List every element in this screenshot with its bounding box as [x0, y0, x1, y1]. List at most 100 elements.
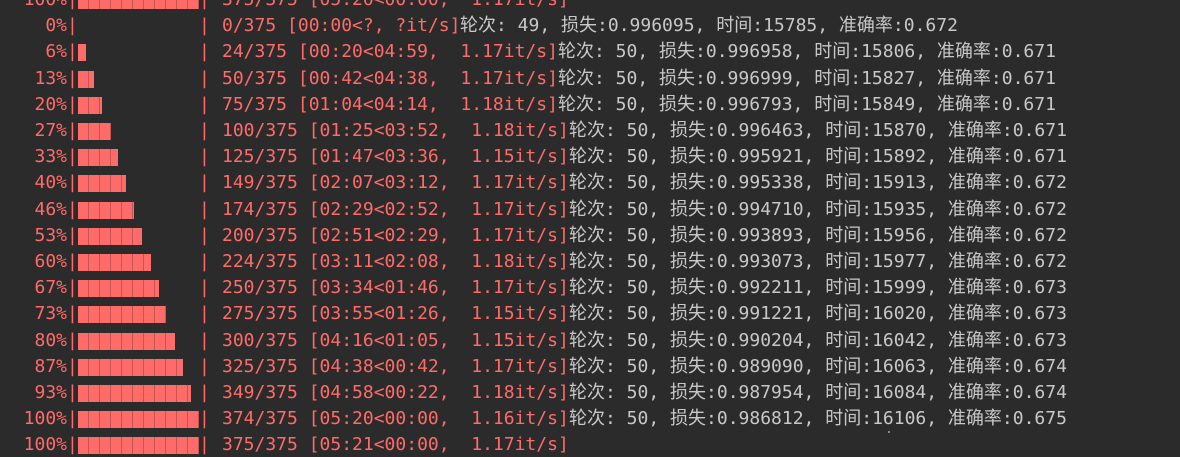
progress-percent: 100%: [23, 434, 67, 456]
progress-bar-fill: [78, 0, 199, 9]
progress-line: 13% | | 50/375 [00:42<04:38, 1.17it/s] 轮次: 5…: [0, 66, 1180, 92]
progress-bar: [78, 96, 199, 114]
progress-bar-fill: [78, 70, 94, 88]
progress-bar-fill: [78, 44, 86, 62]
progress-bar-right-edge: |: [199, 67, 210, 89]
progress-bar: [78, 201, 199, 219]
progress-percent: 46%: [34, 198, 67, 220]
progress-bar-fill: [78, 175, 126, 193]
progress-bar-right-edge: |: [199, 355, 210, 377]
progress-bar-right-edge: |: [199, 434, 210, 456]
progress-line: 6% | | 24/375 [00:20<04:59, 1.17it/s] 轮次: 50…: [0, 39, 1180, 65]
progress-bar-left-edge: |: [67, 172, 78, 194]
training-log-text: 轮次: 50, 损失:0.995921, 时间:15892, 准确率:0.671: [569, 146, 1067, 168]
progress-bar: [78, 123, 199, 140]
progress-stats: 50/375 [00:42<04:38, 1.17it/s]: [222, 67, 558, 89]
progress-bar-left-edge: |: [67, 224, 78, 246]
progress-bar-left-edge: |: [67, 120, 78, 141]
progress-percent: 67%: [34, 277, 67, 299]
progress-percent: 0%: [45, 15, 67, 37]
progress-stats: 349/375 [04:58<00:22, 1.18it/s]: [222, 382, 569, 403]
progress-line: 67% | | 250/375 [03:34<01:46, 1.17it/s] 轮次: …: [0, 275, 1180, 301]
progress-stats: 325/375 [04:38<00:42, 1.17it/s]: [222, 355, 569, 377]
progress-stats: 149/375 [02:07<03:12, 1.17it/s]: [222, 172, 569, 194]
progress-line: 33% | | 125/375 [01:47<03:36, 1.15it/s] 轮次: …: [0, 144, 1180, 170]
progress-percent: 93%: [34, 382, 67, 403]
training-log-text: 轮次: 50, 损失:0.992211, 时间:15999, 准确率:0.673: [569, 277, 1067, 299]
progress-bar-left-edge: |: [67, 146, 78, 168]
progress-line: 27% | | 100/375 [01:25<03:52, 1.18it/s] 轮次: …: [0, 118, 1180, 144]
progress-bar: [78, 70, 199, 88]
progress-line: 60% | | 224/375 [03:11<02:08, 1.18it/s] 轮次: …: [0, 249, 1180, 275]
progress-bar: [78, 332, 199, 350]
progress-percent: 53%: [34, 224, 67, 246]
progress-percent: 73%: [34, 303, 67, 325]
progress-bar-left-edge: |: [67, 277, 78, 299]
training-log-text: 轮次: 50, 损失:0.996999, 时间:15827, 准确率:0.671: [558, 67, 1056, 89]
training-log-text: 轮次: 50, 损失:0.993073, 时间:15977, 准确率:0.672: [569, 251, 1067, 272]
training-log-text: 轮次: 50, 损失:0.995338, 时间:15913, 准确率:0.672: [569, 172, 1067, 194]
progress-bar-right-edge: |: [199, 198, 210, 220]
progress-bar-fill: [78, 254, 151, 271]
progress-bar-left-edge: |: [67, 408, 78, 430]
progress-bar: [78, 306, 199, 324]
progress-stats: 275/375 [03:55<01:26, 1.15it/s]: [222, 303, 569, 325]
progress-bar-left-edge: |: [67, 329, 78, 351]
progress-stats: 125/375 [01:47<03:36, 1.15it/s]: [222, 146, 569, 168]
progress-bar-right-edge: |: [199, 251, 210, 272]
training-log-text: 轮次: 50, 损失:0.991221, 时间:16020, 准确率:0.673: [569, 303, 1067, 325]
progress-bar-left-edge: |: [67, 355, 78, 377]
progress-stats: 224/375 [03:11<02:08, 1.18it/s]: [222, 251, 569, 272]
progress-line: 0% | | 0/375 [00:00<?, ?it/s] 轮次: 49, 损失:0.9…: [0, 13, 1180, 39]
progress-bar-fill: [78, 149, 118, 167]
progress-bar-right-edge: |: [199, 120, 210, 141]
progress-bar-fill: [78, 96, 102, 114]
progress-percent: 100%: [23, 408, 67, 430]
progress-bar: [78, 44, 199, 62]
progress-bar-right-edge: |: [199, 0, 210, 13]
progress-stats: 24/375 [00:20<04:59, 1.17it/s]: [222, 41, 558, 63]
progress-bar-fill: [78, 280, 159, 298]
progress-stats: 375/375 [05:21<00:00, 1.17it/s]: [222, 434, 569, 456]
progress-bar: [78, 227, 199, 245]
progress-percent: 6%: [45, 41, 67, 63]
progress-bar-fill: [78, 332, 175, 350]
progress-bar: [78, 385, 199, 402]
training-log-text: 轮次: 50, 损失:0.990204, 时间:16042, 准确率:0.673: [569, 329, 1067, 351]
training-log-text: 轮次: 50, 损失:0.996793, 时间:15849, 准确率:0.671: [558, 93, 1056, 115]
progress-stats: 174/375 [02:29<02:52, 1.17it/s]: [222, 198, 569, 220]
progress-line: 40% | | 149/375 [02:07<03:12, 1.17it/s] 轮次: …: [0, 170, 1180, 196]
progress-bar: [78, 437, 199, 455]
progress-bar-left-edge: |: [67, 382, 78, 403]
progress-bar-fill: [78, 123, 111, 140]
training-log-text: 轮次: 49, 损失:0.996095, 时间:15785, 准确率:0.672: [460, 15, 958, 37]
training-log-text: 轮次: 50, 损失:0.989090, 时间:16063, 准确率:0.674: [569, 355, 1067, 377]
training-log-text: 轮次: 50, 损失:0.987954, 时间:16084, 准确率:0.674: [569, 382, 1067, 403]
training-log-text: 轮次: 50, 损失:0.994710, 时间:15935, 准确率:0.672: [569, 198, 1067, 220]
progress-bar-fill: [78, 358, 183, 376]
progress-bar-right-edge: |: [199, 277, 210, 299]
progress-bar-left-edge: |: [67, 41, 78, 63]
progress-bar-right-edge: |: [199, 172, 210, 194]
progress-bar-right-edge: |: [199, 303, 210, 325]
progress-bar-fill: [78, 411, 199, 429]
progress-bar: [78, 149, 199, 167]
training-log-text: 轮次: 50, 损失:0.996958, 时间:15806, 准确率:0.671: [558, 41, 1056, 63]
progress-line: 53% | | 200/375 [02:51<02:29, 1.17it/s] 轮次: …: [0, 223, 1180, 249]
progress-bar-left-edge: |: [67, 198, 78, 220]
progress-line: 100%||375/375 [05:20<00:00, 1.17it/s]: [0, 0, 1180, 13]
training-log-text: 轮次: 50, 损失:0.993893, 时间:15956, 准确率:0.672: [569, 224, 1067, 246]
progress-bar-left-edge: |: [67, 303, 78, 325]
progress-bar: [78, 358, 199, 376]
progress-bar-right-edge: |: [199, 41, 210, 63]
progress-line: 46% | | 174/375 [02:29<02:52, 1.17it/s] 轮次: …: [0, 197, 1180, 223]
progress-percent: 27%: [34, 120, 67, 141]
progress-bar-right-edge: |: [199, 224, 210, 246]
progress-stats: 374/375 [05:20<00:00, 1.16it/s]: [222, 408, 569, 430]
progress-bar-left-edge: |: [67, 15, 78, 37]
progress-stats: 75/375 [01:04<04:14, 1.18it/s]: [222, 93, 558, 115]
progress-bar: [78, 280, 199, 298]
progress-bar-left-edge: |: [67, 93, 78, 115]
progress-line: 100% | | 374/375 [05:20<00:00, 1.16it/s] 轮次:…: [0, 406, 1180, 432]
training-log-text: 轮次: 50, 损失:0.996463, 时间:15870, 准确率:0.671: [569, 120, 1067, 141]
